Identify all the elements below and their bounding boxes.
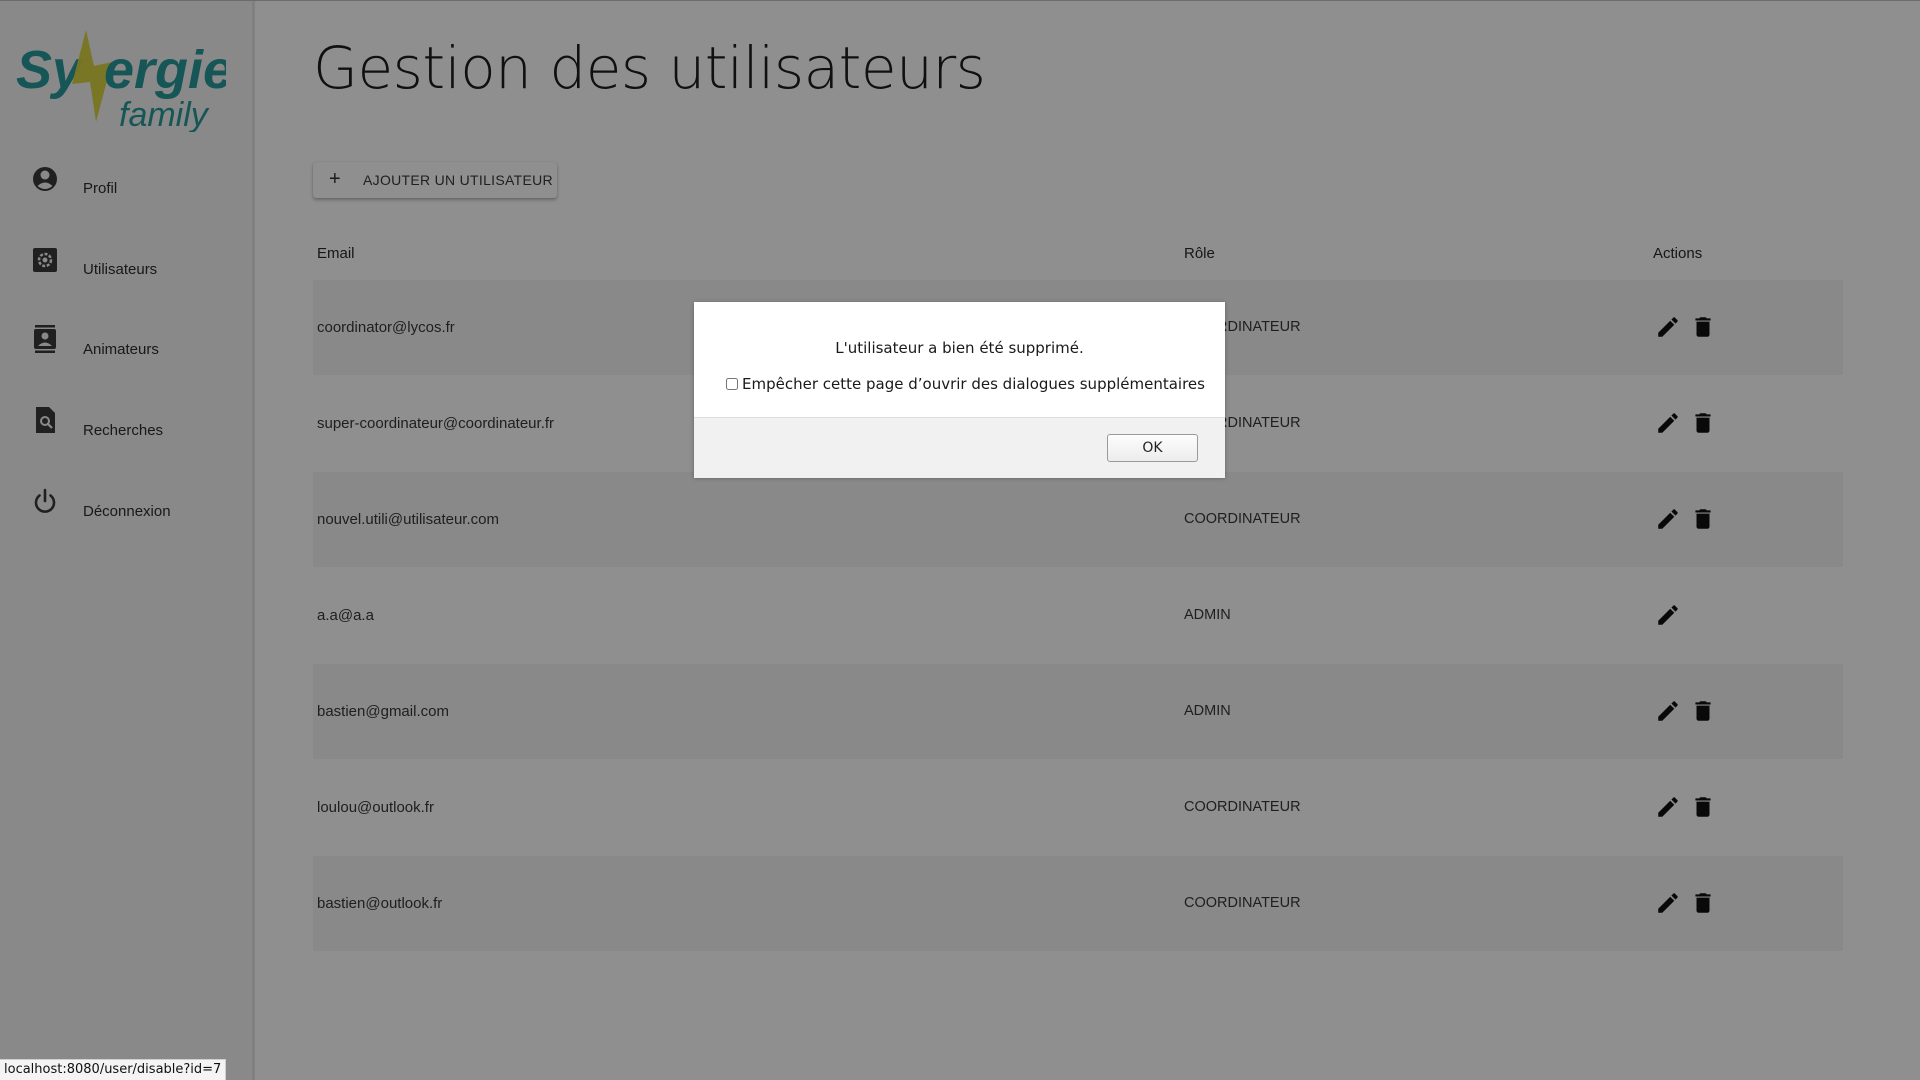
alert-dialog: L'utilisateur a bien été supprimé. Empêc… (694, 302, 1225, 478)
dialog-footer: OK (694, 417, 1225, 478)
suppress-dialogs-checkbox[interactable] (726, 378, 738, 390)
modal-overlay (0, 0, 1920, 1080)
window-top-border (0, 0, 1920, 1)
suppress-dialogs-option[interactable]: Empêcher cette page d’ouvrir des dialogu… (726, 375, 1205, 393)
suppress-dialogs-label: Empêcher cette page d’ouvrir des dialogu… (742, 375, 1205, 393)
status-bar-url: localhost:8080/user/disable?id=7 (0, 1059, 227, 1080)
dialog-message: L'utilisateur a bien été supprimé. (835, 339, 1084, 357)
ok-button[interactable]: OK (1107, 434, 1198, 462)
